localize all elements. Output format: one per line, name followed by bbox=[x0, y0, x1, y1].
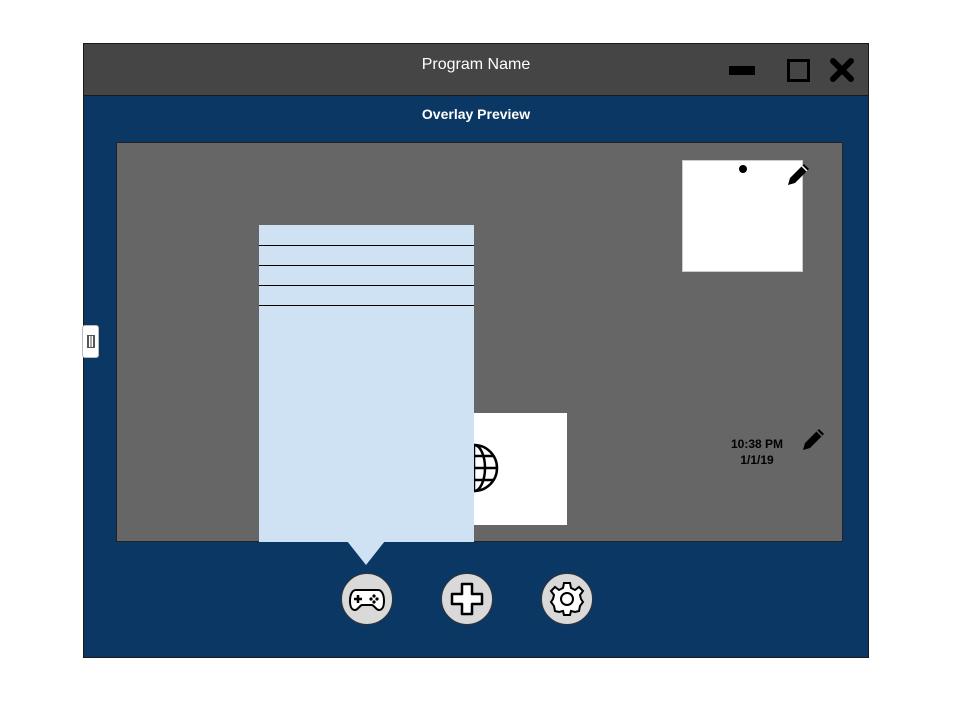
menu-pointer-arrow bbox=[347, 541, 385, 565]
clock-time: 10:38 PM bbox=[730, 437, 784, 451]
minimize-icon[interactable] bbox=[729, 66, 755, 75]
menu-item[interactable] bbox=[259, 225, 474, 246]
clock-widget[interactable]: 10:38 PM 1/1/19 bbox=[725, 436, 789, 468]
gear-icon bbox=[549, 582, 585, 616]
gamepad-icon bbox=[349, 589, 385, 612]
overlay-preview-area: 10:38 PM 1/1/19 bbox=[116, 142, 843, 542]
clock-date: 1/1/19 bbox=[740, 453, 774, 467]
maximize-icon[interactable] bbox=[787, 59, 810, 82]
menu-item[interactable] bbox=[259, 286, 474, 306]
overlay-preview-label: Overlay Preview bbox=[421, 106, 531, 122]
game-menu-panel bbox=[259, 225, 474, 542]
edit-note-pencil-icon[interactable] bbox=[785, 160, 813, 188]
close-icon[interactable] bbox=[829, 57, 855, 83]
settings-button[interactable] bbox=[541, 573, 593, 625]
pin-icon bbox=[739, 165, 747, 173]
games-button[interactable] bbox=[341, 573, 393, 625]
add-widget-button[interactable] bbox=[441, 573, 493, 625]
plus-icon bbox=[450, 582, 484, 616]
title-bar: Program Name bbox=[84, 44, 868, 96]
menu-item[interactable] bbox=[259, 246, 474, 266]
edit-clock-pencil-icon[interactable] bbox=[800, 425, 828, 453]
grip-icon bbox=[87, 335, 95, 348]
app-window: Program Name Overlay Preview 10:38 PM 1/… bbox=[82, 43, 869, 658]
menu-item[interactable] bbox=[259, 266, 474, 286]
side-drawer-handle[interactable] bbox=[82, 325, 99, 358]
